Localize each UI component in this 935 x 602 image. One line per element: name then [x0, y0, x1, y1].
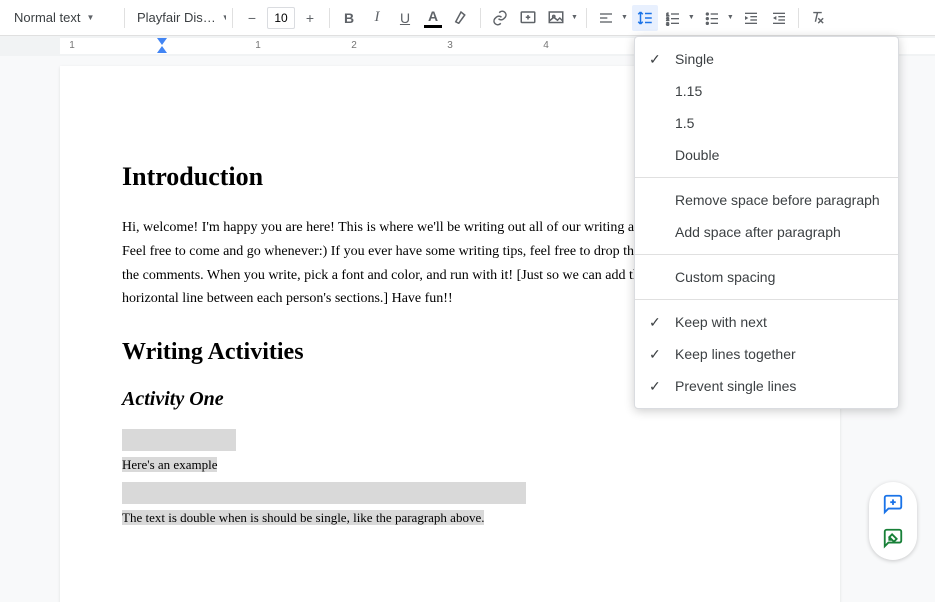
check-icon: ✓	[649, 314, 661, 331]
menu-item-prevent-single-lines[interactable]: ✓ Prevent single lines	[635, 370, 898, 402]
add-comment-fab[interactable]	[879, 490, 907, 518]
menu-separator	[635, 299, 898, 300]
paragraph-style-dropdown[interactable]: Normal text ▼	[8, 6, 118, 29]
separator	[329, 8, 330, 28]
font-family-dropdown[interactable]: Playfair Dis… ▼	[131, 6, 226, 29]
caret-down-icon[interactable]: ▼	[725, 14, 736, 21]
caret-down-icon[interactable]: ▼	[686, 14, 697, 21]
first-line-indent-marker[interactable]	[157, 38, 167, 45]
ruler-number: 1	[69, 40, 75, 51]
ruler-number: 2	[351, 40, 357, 51]
body-paragraph: The text is double when is should be sin…	[122, 508, 778, 529]
svg-text:3: 3	[666, 21, 669, 26]
ruler-number: 4	[543, 40, 549, 51]
example-label: Here's an example	[122, 455, 778, 476]
insert-image-button[interactable]	[543, 5, 569, 31]
decrease-indent-button[interactable]	[738, 5, 764, 31]
italic-button[interactable]: I	[364, 5, 390, 31]
selection-highlight	[122, 482, 526, 504]
bold-button[interactable]: B	[336, 5, 362, 31]
text-color-button[interactable]: A	[420, 5, 446, 31]
menu-separator	[635, 254, 898, 255]
intro-paragraph: Hi, welcome! I'm happy you are here! Thi…	[122, 216, 682, 311]
ruler-number: 3	[447, 40, 453, 51]
caret-down-icon[interactable]: ▼	[619, 14, 630, 21]
check-icon: ✓	[649, 51, 661, 68]
menu-item-double[interactable]: Double	[635, 139, 898, 171]
check-icon: ✓	[649, 378, 661, 395]
caret-down-icon: ▼	[86, 13, 94, 22]
ruler-number: 1	[255, 40, 261, 51]
menu-item-keep-with-next[interactable]: ✓ Keep with next	[635, 306, 898, 338]
separator	[480, 8, 481, 28]
underline-button[interactable]: U	[392, 5, 418, 31]
caret-down-icon[interactable]: ▼	[569, 14, 580, 21]
toolbar: Normal text ▼ Playfair Dis… ▼ − + B I U …	[0, 0, 935, 36]
separator	[232, 8, 233, 28]
menu-item-1-5[interactable]: 1.5	[635, 107, 898, 139]
menu-item-remove-space-before[interactable]: Remove space before paragraph	[635, 184, 898, 216]
floating-action-buttons	[869, 482, 917, 560]
font-size-decrease-button[interactable]: −	[239, 5, 265, 31]
add-comment-button[interactable]	[515, 5, 541, 31]
clear-formatting-button[interactable]	[805, 5, 831, 31]
menu-item-1-15[interactable]: 1.15	[635, 75, 898, 107]
menu-separator	[635, 177, 898, 178]
bulleted-list-button[interactable]	[699, 5, 725, 31]
caret-down-icon: ▼	[222, 13, 226, 22]
selection-highlight	[122, 429, 236, 451]
check-icon: ✓	[649, 346, 661, 363]
insert-link-button[interactable]	[487, 5, 513, 31]
font-family-label: Playfair Dis…	[137, 10, 216, 25]
menu-item-single[interactable]: ✓ Single	[635, 43, 898, 75]
numbered-list-button[interactable]: 123	[660, 5, 686, 31]
align-button[interactable]	[593, 5, 619, 31]
separator	[124, 8, 125, 28]
menu-item-add-space-after[interactable]: Add space after paragraph	[635, 216, 898, 248]
left-indent-marker[interactable]	[157, 46, 167, 53]
font-size-increase-button[interactable]: +	[297, 5, 323, 31]
menu-item-custom-spacing[interactable]: Custom spacing	[635, 261, 898, 293]
line-spacing-button[interactable]	[632, 5, 658, 31]
increase-indent-button[interactable]	[766, 5, 792, 31]
menu-item-keep-lines-together[interactable]: ✓ Keep lines together	[635, 338, 898, 370]
font-size-input[interactable]	[267, 7, 295, 29]
separator	[798, 8, 799, 28]
line-spacing-menu: ✓ Single 1.15 1.5 Double Remove space be…	[634, 36, 899, 409]
suggest-edits-fab[interactable]	[879, 524, 907, 552]
paragraph-style-label: Normal text	[14, 10, 80, 25]
separator	[586, 8, 587, 28]
highlight-color-button[interactable]	[448, 5, 474, 31]
